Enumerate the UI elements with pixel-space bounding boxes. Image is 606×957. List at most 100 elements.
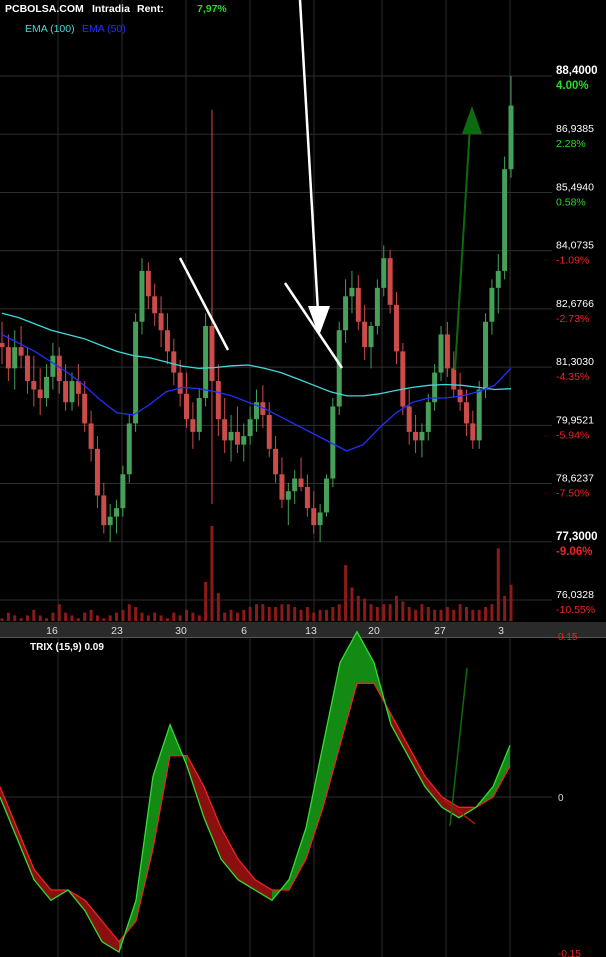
volume-bar-17 — [108, 615, 112, 621]
volume-bar-69 — [439, 609, 443, 621]
pct-tick-4: -2.73% — [556, 313, 589, 325]
candle-body-75 — [476, 389, 482, 441]
candle-body-44 — [279, 474, 285, 500]
volume-bar-58 — [369, 604, 373, 621]
candle-body-48 — [304, 486, 310, 509]
trix-tick-2: -0.15 — [558, 949, 581, 957]
candle-body-63 — [400, 351, 406, 407]
candle-body-17 — [107, 516, 113, 526]
candle-body-77 — [489, 287, 495, 322]
legend-ema100: EMA (100) — [25, 23, 75, 35]
candle-body-38 — [241, 436, 247, 445]
volume-bar-43 — [274, 607, 278, 621]
pct-tick-3: -1.09% — [556, 255, 589, 267]
volume-bar-27 — [172, 612, 176, 621]
volume-bar-65 — [414, 609, 418, 621]
candle-body-24 — [152, 296, 158, 314]
date-tick-3: 6 — [241, 625, 247, 637]
volume-bar-12 — [76, 618, 80, 621]
volume-bar-4 — [25, 615, 29, 621]
candle-body-13 — [82, 393, 88, 424]
pct-tick-2: 0.58% — [556, 196, 586, 208]
volume-bar-2 — [13, 615, 17, 621]
volume-bar-0 — [0, 618, 4, 621]
volume-bar-3 — [19, 618, 23, 621]
volume-bar-21 — [134, 607, 138, 621]
pct-tick-8: -9.06% — [556, 546, 592, 558]
volume-bar-54 — [344, 565, 348, 621]
date-axis-divider — [0, 637, 606, 638]
candle-body-6 — [37, 389, 43, 399]
date-tick-4: 13 — [305, 625, 317, 637]
pct-tick-5: -4.35% — [556, 371, 589, 383]
price-tick-9: 76,0328 — [556, 589, 594, 601]
candle-body-30 — [190, 419, 196, 432]
candle-body-78 — [495, 270, 501, 288]
volume-bar-68 — [433, 609, 437, 621]
candle-body-46 — [292, 478, 298, 492]
volume-bar-6 — [38, 615, 42, 621]
candle-body-76 — [483, 321, 489, 390]
date-axis: 16 23 30 6 13 20 27 3 — [0, 622, 606, 638]
price-tick-0: 88,4000 — [556, 65, 598, 77]
candle-body-67 — [425, 402, 431, 432]
volume-bar-19 — [121, 609, 125, 621]
candle-body-43 — [273, 448, 279, 475]
candle-body-15 — [94, 448, 100, 496]
volume-bar-63 — [401, 601, 405, 621]
volume-bar-29 — [185, 609, 189, 621]
pct-tick-9: -10.55% — [556, 604, 595, 616]
volume-bar-38 — [242, 609, 246, 621]
candle-body-28 — [177, 372, 183, 394]
candle-body-2 — [12, 347, 18, 369]
volume-bar-14 — [89, 609, 93, 621]
volume-bar-18 — [115, 612, 119, 621]
candle-body-5 — [31, 381, 37, 390]
chart-background — [0, 0, 606, 957]
candle-body-29 — [184, 393, 190, 420]
candle-body-18 — [114, 508, 120, 517]
candle-body-56 — [355, 287, 361, 322]
candle-body-25 — [158, 313, 164, 331]
candle-body-33 — [209, 325, 215, 382]
candle-body-31 — [196, 398, 202, 432]
trix-tick-1: 0 — [558, 793, 564, 804]
candle-body-16 — [101, 495, 107, 526]
candle-body-11 — [69, 381, 75, 403]
volume-bar-32 — [204, 581, 208, 621]
candle-body-69 — [438, 334, 444, 373]
candle-body-61 — [387, 258, 393, 305]
candle-body-65 — [413, 431, 419, 441]
volume-bar-55 — [350, 587, 354, 621]
volume-bar-59 — [375, 607, 379, 621]
candle-body-73 — [463, 402, 469, 424]
candle-body-62 — [393, 304, 399, 352]
candle-body-22 — [139, 270, 145, 322]
price-tick-3: 84,0735 — [556, 240, 594, 252]
candle-body-60 — [381, 258, 387, 288]
candle-body-37 — [234, 431, 240, 445]
date-tick-5: 20 — [368, 625, 380, 637]
volume-bar-39 — [248, 607, 252, 621]
volume-bar-45 — [286, 604, 290, 621]
candle-body-1 — [5, 347, 11, 369]
volume-bar-78 — [496, 548, 500, 621]
volume-bar-75 — [477, 609, 481, 621]
candle-body-42 — [266, 414, 272, 449]
volume-bar-20 — [127, 604, 131, 621]
pct-tick-6: -5.94% — [556, 429, 589, 441]
volume-bar-26 — [165, 618, 169, 621]
price-tick-2: 85,4940 — [556, 181, 594, 193]
volume-bar-40 — [255, 604, 258, 621]
volume-bar-62 — [394, 595, 398, 621]
volume-bar-79 — [503, 595, 507, 621]
date-tick-1: 23 — [111, 625, 123, 637]
date-tick-0: 16 — [46, 625, 58, 637]
candle-body-54 — [343, 296, 349, 331]
candle-body-32 — [203, 325, 209, 399]
volume-bar-1 — [6, 612, 10, 621]
volume-bar-70 — [445, 607, 449, 621]
volume-bar-15 — [95, 615, 99, 621]
pct-tick-0: 4.00% — [556, 80, 589, 92]
volume-bar-36 — [229, 609, 233, 621]
